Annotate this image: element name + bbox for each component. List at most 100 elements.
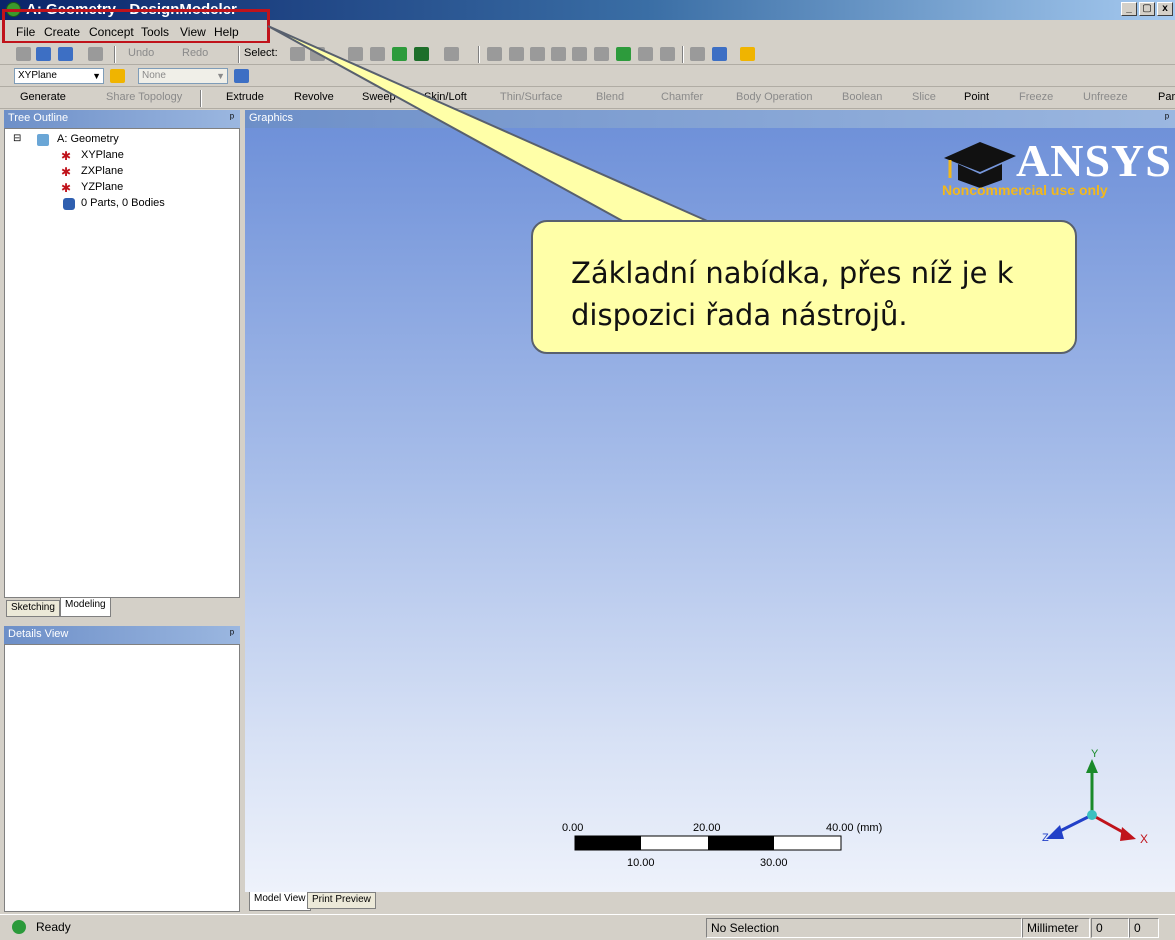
select-face-icon[interactable] bbox=[392, 47, 407, 61]
details-view-panel bbox=[4, 644, 240, 912]
rotate-icon[interactable] bbox=[487, 47, 502, 61]
loft-button[interactable]: Skin/Loft bbox=[424, 91, 467, 103]
boolean-button[interactable]: Boolean bbox=[842, 91, 882, 103]
plane-select[interactable]: XYPlane ▼ bbox=[14, 68, 104, 84]
feature-toolbar: Generate Share Topology Extrude Revolve … bbox=[0, 87, 1175, 109]
ansys-logo-text: ANSYS bbox=[1016, 135, 1172, 186]
share-topology-button[interactable]: Share Topology bbox=[106, 91, 182, 103]
zoom-icon[interactable] bbox=[530, 47, 545, 61]
tree-item-yzplane[interactable]: YZPlane bbox=[81, 181, 123, 193]
sweep-button[interactable]: Sweep bbox=[362, 91, 396, 103]
status-value-1: 0 bbox=[1091, 918, 1129, 938]
plane-icon: ✱ bbox=[61, 149, 72, 163]
close-button[interactable]: x bbox=[1157, 2, 1173, 16]
plane-select-value: XYPlane bbox=[18, 70, 57, 81]
generate-button[interactable]: Generate bbox=[20, 91, 66, 103]
pin-icon[interactable]: ᵖ bbox=[230, 110, 234, 127]
box-zoom-icon[interactable] bbox=[551, 47, 566, 61]
thin-surface-button[interactable]: Thin/Surface bbox=[500, 91, 562, 103]
tree-outline-title: Tree Outline bbox=[8, 112, 69, 124]
display-model-icon[interactable] bbox=[712, 47, 727, 61]
chamfer-button[interactable]: Chamfer bbox=[661, 91, 703, 103]
pin-icon[interactable]: ᵖ bbox=[1165, 110, 1169, 127]
geometry-icon bbox=[37, 134, 49, 146]
unfreeze-button[interactable]: Unfreeze bbox=[1083, 91, 1128, 103]
tree-item-xyplane[interactable]: XYPlane bbox=[81, 149, 124, 161]
new-sketch-icon[interactable] bbox=[234, 69, 249, 83]
iso-view-icon[interactable] bbox=[660, 47, 675, 61]
status-selection: No Selection bbox=[706, 918, 1022, 938]
callout-text: Základní nabídka, přes níž je k dispozic… bbox=[571, 256, 1014, 332]
graphics-title: Graphics bbox=[249, 112, 294, 124]
select-mode-icon[interactable] bbox=[290, 47, 305, 61]
redo-button[interactable]: Redo bbox=[182, 47, 208, 59]
tree-collapse-icon[interactable]: ⊟ bbox=[13, 133, 21, 144]
tree-item-parts[interactable]: 0 Parts, 0 Bodies bbox=[81, 197, 165, 209]
ready-check-icon bbox=[12, 920, 26, 934]
pan-icon[interactable] bbox=[509, 47, 524, 61]
status-value-2: 0 bbox=[1129, 918, 1159, 938]
blend-button[interactable]: Blend bbox=[596, 91, 624, 103]
scale-label-40: 40.00 (mm) bbox=[826, 822, 883, 834]
standard-toolbar: Undo Redo Select: bbox=[0, 43, 1175, 65]
status-bar: Ready No Selection Millimeter 0 0 bbox=[0, 914, 1175, 940]
scale-label-20: 20.00 bbox=[693, 822, 721, 834]
select-point-icon[interactable] bbox=[348, 47, 363, 61]
revolve-button[interactable]: Revolve bbox=[294, 91, 334, 103]
zoom-out-icon[interactable] bbox=[638, 47, 653, 61]
camera-icon[interactable] bbox=[88, 47, 103, 61]
status-ready: Ready bbox=[36, 920, 71, 934]
plane-toolbar: XYPlane ▼ None ▼ bbox=[0, 65, 1175, 87]
open-icon[interactable] bbox=[36, 47, 51, 61]
zoom-fit-icon[interactable] bbox=[572, 47, 587, 61]
select-label: Select: bbox=[244, 47, 278, 59]
scale-label-0: 0.00 bbox=[562, 822, 584, 834]
tab-model-view[interactable]: Model View bbox=[249, 892, 311, 911]
new-icon[interactable] bbox=[16, 47, 31, 61]
status-units[interactable]: Millimeter bbox=[1022, 918, 1090, 938]
slice-button[interactable]: Slice bbox=[912, 91, 936, 103]
parts-icon bbox=[63, 198, 75, 210]
extrude-button[interactable]: Extrude bbox=[226, 91, 264, 103]
scale-label-10: 10.00 bbox=[627, 857, 655, 869]
view-tabs: Model View Print Preview bbox=[245, 892, 1175, 912]
scale-label-30: 30.00 bbox=[760, 857, 788, 869]
freeze-button[interactable]: Freeze bbox=[1019, 91, 1053, 103]
select-body-icon[interactable] bbox=[414, 47, 429, 61]
magnifier-icon[interactable] bbox=[594, 47, 609, 61]
tab-modeling[interactable]: Modeling bbox=[60, 598, 111, 617]
maximize-button[interactable]: ▢ bbox=[1139, 2, 1155, 16]
plane-icon: ✱ bbox=[61, 165, 72, 179]
axis-z-label: Z bbox=[1042, 832, 1049, 844]
point-button[interactable]: Point bbox=[964, 91, 989, 103]
body-operation-button[interactable]: Body Operation bbox=[736, 91, 812, 103]
ansys-logo-subtitle: Noncommercial use only bbox=[942, 182, 1108, 198]
tree-item-zxplane[interactable]: ZXPlane bbox=[81, 165, 123, 177]
tab-print-preview[interactable]: Print Preview bbox=[307, 892, 376, 909]
tab-sketching[interactable]: Sketching bbox=[6, 600, 60, 617]
tree-outline-header: Tree Outline ᵖ bbox=[4, 110, 240, 128]
graphics-header: Graphics ᵖ bbox=[245, 110, 1175, 128]
callout-bubble: Základní nabídka, přes níž je k dispozic… bbox=[531, 220, 1077, 354]
undo-button[interactable]: Undo bbox=[128, 47, 154, 59]
pin-icon[interactable]: ᵖ bbox=[230, 626, 234, 643]
details-view-title: Details View bbox=[8, 628, 69, 640]
zoom-in-icon[interactable] bbox=[616, 47, 631, 61]
save-icon[interactable] bbox=[58, 47, 73, 61]
ruler-icon[interactable] bbox=[740, 47, 755, 61]
details-view-header: Details View ᵖ bbox=[4, 626, 240, 644]
select-edge-icon[interactable] bbox=[370, 47, 385, 61]
parameters-button[interactable]: Parameters bbox=[1158, 91, 1175, 103]
extend-selection-icon[interactable] bbox=[444, 47, 459, 61]
triad-icon[interactable] bbox=[690, 47, 705, 61]
tree-outline-panel: ⊟ A: Geometry ✱ XYPlane ✱ ZXPlane ✱ YZPl… bbox=[4, 128, 240, 598]
tree-item-geometry[interactable]: A: Geometry bbox=[57, 133, 119, 145]
sketch-select[interactable]: None ▼ bbox=[138, 68, 228, 84]
sketch-select-value: None bbox=[142, 70, 166, 81]
minimize-button[interactable]: _ bbox=[1121, 2, 1137, 16]
menu-highlight-box bbox=[2, 9, 270, 44]
axis-y-label: Y bbox=[1091, 748, 1099, 760]
scale-bar-icon bbox=[574, 835, 842, 851]
select-cursor-icon[interactable] bbox=[310, 47, 325, 61]
new-plane-icon[interactable] bbox=[110, 69, 125, 83]
